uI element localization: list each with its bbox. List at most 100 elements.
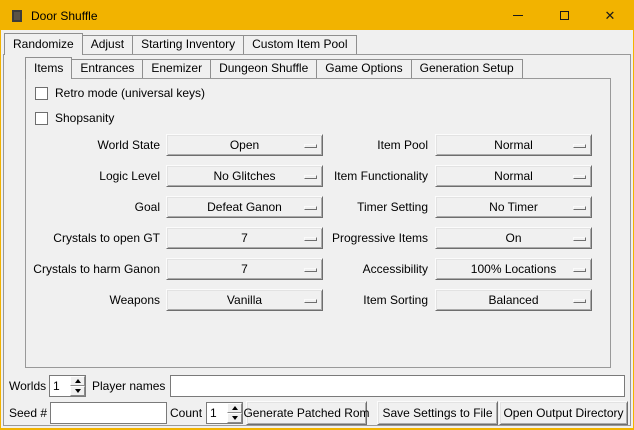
crystals-gt-dropdown[interactable]: 7 [166,227,323,249]
logic-level-label: Logic Level [26,165,160,187]
spinner-up-icon [75,379,81,383]
player-names-label: Player names [92,375,165,397]
goal-value: Defeat Ganon [207,200,282,214]
retro-mode-row: Retro mode (universal keys) [35,85,205,101]
shopsanity-row: Shopsanity [35,110,114,126]
world-state-label: World State [26,134,160,156]
goal-dropdown[interactable]: Defeat Ganon [166,196,323,218]
timer-setting-value: No Timer [489,200,538,214]
dropdown-indicator-icon [573,299,586,303]
spinner-down-button[interactable] [227,413,242,423]
accessibility-dropdown[interactable]: 100% Locations [435,258,592,280]
dropdown-indicator-icon [573,144,586,148]
subtab-enemizer[interactable]: Enemizer [142,59,211,78]
timer-setting-dropdown[interactable]: No Timer [435,196,592,218]
minimize-button[interactable] [495,1,541,30]
weapons-dropdown[interactable]: Vanilla [166,289,323,311]
dropdown-indicator-icon [304,144,317,148]
accessibility-label: Accessibility [322,258,428,280]
player-names-input[interactable] [170,375,625,397]
subtab-dungeon-shuffle[interactable]: Dungeon Shuffle [210,59,317,78]
world-state-dropdown[interactable]: Open [166,134,323,156]
dropdown-indicator-icon [304,268,317,272]
minimize-icon [513,15,523,16]
count-spinner[interactable]: 1 [206,402,243,424]
count-value: 1 [207,403,227,423]
dropdown-indicator-icon [573,206,586,210]
logic-level-dropdown[interactable]: No Glitches [166,165,323,187]
window-controls: ✕ [495,1,633,30]
dropdown-indicator-icon [573,268,586,272]
tab-custom-item-pool[interactable]: Custom Item Pool [243,35,356,54]
dropdown-indicator-icon [304,299,317,303]
spinner-down-icon [75,389,81,393]
save-settings-button[interactable]: Save Settings to File [377,401,498,425]
setting-row: Weapons Vanilla Item Sorting Balanced [26,289,610,311]
item-sorting-label: Item Sorting [322,289,428,311]
seed-input[interactable] [50,402,167,424]
tab-adjust[interactable]: Adjust [82,35,133,54]
spinner-up-button[interactable] [227,403,242,413]
timer-setting-label: Timer Setting [322,196,428,218]
dropdown-indicator-icon [304,175,317,179]
shopsanity-label: Shopsanity [55,111,114,125]
item-sorting-value: Balanced [488,293,538,307]
crystals-ganon-dropdown[interactable]: 7 [166,258,323,280]
setting-row: Crystals to harm Ganon 7 Accessibility 1… [26,258,610,280]
item-pool-value: Normal [494,138,533,152]
window-title: Door Shuffle [31,9,98,23]
logic-level-value: No Glitches [213,169,275,183]
open-output-directory-button[interactable]: Open Output Directory [499,401,628,425]
item-functionality-label: Item Functionality [322,165,428,187]
item-sorting-dropdown[interactable]: Balanced [435,289,592,311]
spinner-down-icon [232,416,238,420]
subtab-items[interactable]: Items [25,57,72,79]
subtab-generation-setup[interactable]: Generation Setup [411,59,523,78]
shopsanity-checkbox[interactable] [35,112,48,125]
client-area: Randomize Adjust Starting Inventory Cust… [1,31,633,428]
worlds-spinner[interactable]: 1 [49,375,86,397]
item-pool-dropdown[interactable]: Normal [435,134,592,156]
tab-starting-inventory[interactable]: Starting Inventory [132,35,244,54]
spinner-down-button[interactable] [70,386,85,396]
worlds-spinner-buttons [70,376,85,396]
generate-patched-rom-button[interactable]: Generate Patched Rom [246,401,367,425]
accessibility-value: 100% Locations [471,262,556,276]
close-button[interactable]: ✕ [587,1,633,30]
dropdown-indicator-icon [573,175,586,179]
count-label: Count [170,402,202,424]
count-spinner-buttons [227,403,242,423]
goal-label: Goal [26,196,160,218]
app-icon [9,8,25,24]
weapons-label: Weapons [26,289,160,311]
setting-row: Logic Level No Glitches Item Functionali… [26,165,610,187]
main-tab-bar: Randomize Adjust Starting Inventory Cust… [4,33,357,54]
item-functionality-value: Normal [494,169,533,183]
progressive-items-dropdown[interactable]: On [435,227,592,249]
items-pane: Retro mode (universal keys) Shopsanity W… [25,78,611,368]
item-functionality-dropdown[interactable]: Normal [435,165,592,187]
randomize-pane: Items Entrances Enemizer Dungeon Shuffle… [3,54,631,426]
item-pool-label: Item Pool [322,134,428,156]
crystals-gt-label: Crystals to open GT [26,227,160,249]
tab-randomize[interactable]: Randomize [4,33,83,55]
subtab-entrances[interactable]: Entrances [71,59,143,78]
titlebar: Door Shuffle ✕ [1,1,633,30]
worlds-label: Worlds [9,375,46,397]
spinner-up-button[interactable] [70,376,85,386]
setting-row: Crystals to open GT 7 Progressive Items … [26,227,610,249]
maximize-button[interactable] [541,1,587,30]
dropdown-indicator-icon [573,237,586,241]
retro-mode-label: Retro mode (universal keys) [55,86,205,100]
crystals-ganon-label: Crystals to harm Ganon [26,258,160,280]
worlds-value: 1 [50,376,70,396]
setting-row: World State Open Item Pool Normal [26,134,610,156]
progressive-items-label: Progressive Items [322,227,428,249]
crystals-gt-value: 7 [241,231,248,245]
retro-mode-checkbox[interactable] [35,87,48,100]
spinner-up-icon [232,406,238,410]
subtab-game-options[interactable]: Game Options [316,59,411,78]
sub-tab-bar: Items Entrances Enemizer Dungeon Shuffle… [25,57,523,78]
world-state-value: Open [230,138,259,152]
setting-row: Goal Defeat Ganon Timer Setting No Timer [26,196,610,218]
